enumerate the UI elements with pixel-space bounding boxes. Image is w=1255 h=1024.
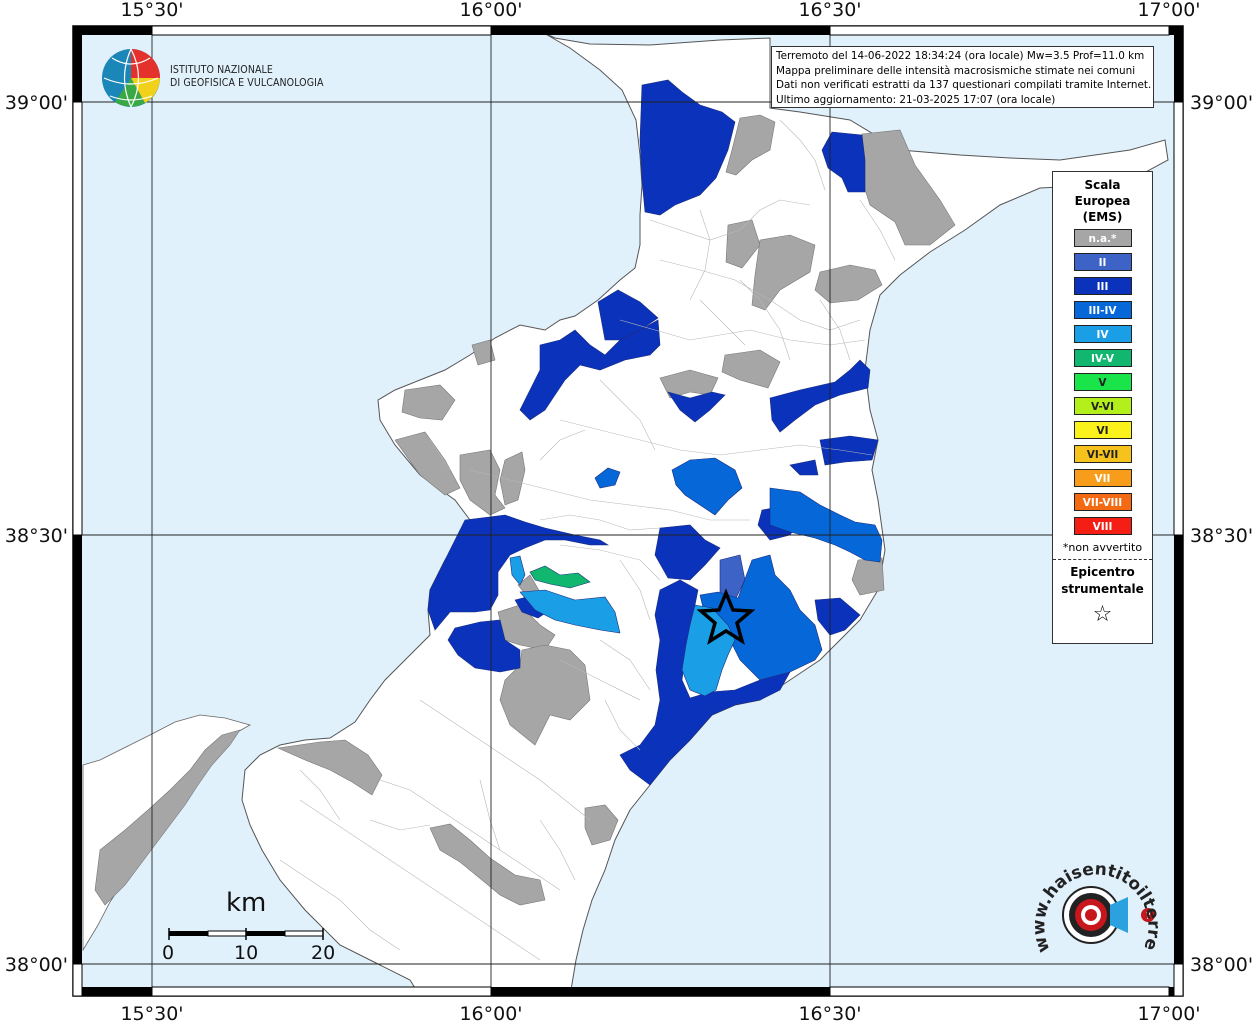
legend-item: V bbox=[1073, 373, 1132, 391]
legend-item: VI bbox=[1073, 421, 1132, 439]
legend-epicenter-line2: strumentale bbox=[1061, 582, 1144, 596]
lon-label-bottom-4: 17°00' bbox=[1137, 1003, 1200, 1024]
legend-items: n.a.* II III III-IV IV IV-V V V-VI VI VI-VII VII VI… bbox=[1053, 229, 1152, 535]
lat-label-left-1: 39°00' bbox=[5, 92, 68, 114]
lat-label-left-2: 38°30' bbox=[5, 525, 68, 547]
scale-label-10: 10 bbox=[234, 942, 259, 964]
legend-item: II bbox=[1073, 253, 1132, 271]
lon-label-top-3: 16°30' bbox=[798, 0, 861, 21]
legend-item: IV-V bbox=[1073, 349, 1132, 367]
legend-item: III bbox=[1073, 277, 1132, 295]
lon-label-bottom-1: 15°30' bbox=[120, 1003, 183, 1024]
scale-label-20: 20 bbox=[311, 942, 336, 964]
legend-star-icon: ☆ bbox=[1092, 602, 1113, 627]
ingv-logo-text: ISTITUTO NAZIONALE DI GEOFISICA E VULCAN… bbox=[170, 64, 324, 90]
legend-title-line2: Europea bbox=[1074, 194, 1131, 208]
lon-label-top-2: 16°00' bbox=[459, 0, 522, 21]
legend-separator bbox=[1053, 559, 1152, 560]
lat-label-right-1: 39°00' bbox=[1190, 92, 1253, 114]
event-info-box: Terremoto del 14-06-2022 18:34:24 (ora l… bbox=[771, 46, 1154, 108]
legend-item: n.a.* bbox=[1073, 229, 1132, 247]
lon-label-bottom-2: 16°00' bbox=[459, 1003, 522, 1024]
event-info-line2: Mappa preliminare delle intensità macros… bbox=[776, 64, 1136, 77]
lat-label-left-3: 38°00' bbox=[5, 954, 68, 976]
legend-title: Scala Europea (EMS) bbox=[1053, 177, 1152, 225]
legend-title-line3: (EMS) bbox=[1082, 210, 1123, 224]
ems-legend: Scala Europea (EMS) n.a.* II III III-IV IV IV… bbox=[1052, 171, 1153, 644]
event-info-line1: Terremoto del 14-06-2022 18:34:24 (ora l… bbox=[776, 50, 1145, 62]
legend-epicenter-label: Epicentro strumentale bbox=[1053, 564, 1152, 598]
legend-item: VIII bbox=[1073, 517, 1132, 535]
legend-note: *non avvertito bbox=[1062, 541, 1143, 554]
event-info-line3: Dati non verificati estratti da 137 ques… bbox=[776, 79, 1152, 92]
lon-label-top-4: 17°00' bbox=[1137, 0, 1200, 21]
ingv-logo-line2: DI GEOFISICA E VULCANOLOGIA bbox=[170, 77, 324, 89]
legend-item: VII-VIII bbox=[1073, 493, 1132, 511]
event-info-line4: Ultimo aggiornamento: 21-03-2025 17:07 (… bbox=[776, 93, 1056, 106]
lat-label-right-3: 38°00' bbox=[1190, 954, 1253, 976]
lon-label-top-1: 15°30' bbox=[120, 0, 183, 21]
scale-label-0: 0 bbox=[162, 942, 175, 964]
legend-item: III-IV bbox=[1073, 301, 1132, 319]
legend-item: VII bbox=[1073, 469, 1132, 487]
lat-label-right-2: 38°30' bbox=[1190, 525, 1253, 547]
legend-epicenter-line1: Epicentro bbox=[1070, 565, 1135, 579]
ingv-logo-line1: ISTITUTO NAZIONALE bbox=[170, 64, 273, 76]
legend-item: IV bbox=[1073, 325, 1132, 343]
lon-label-bottom-3: 16°30' bbox=[798, 1003, 861, 1024]
legend-item: V-VI bbox=[1073, 397, 1132, 415]
ingv-logo-globe-icon bbox=[102, 48, 160, 108]
legend-title-line1: Scala bbox=[1084, 178, 1121, 192]
legend-item: VI-VII bbox=[1073, 445, 1132, 463]
scale-unit-label: km bbox=[226, 888, 267, 918]
